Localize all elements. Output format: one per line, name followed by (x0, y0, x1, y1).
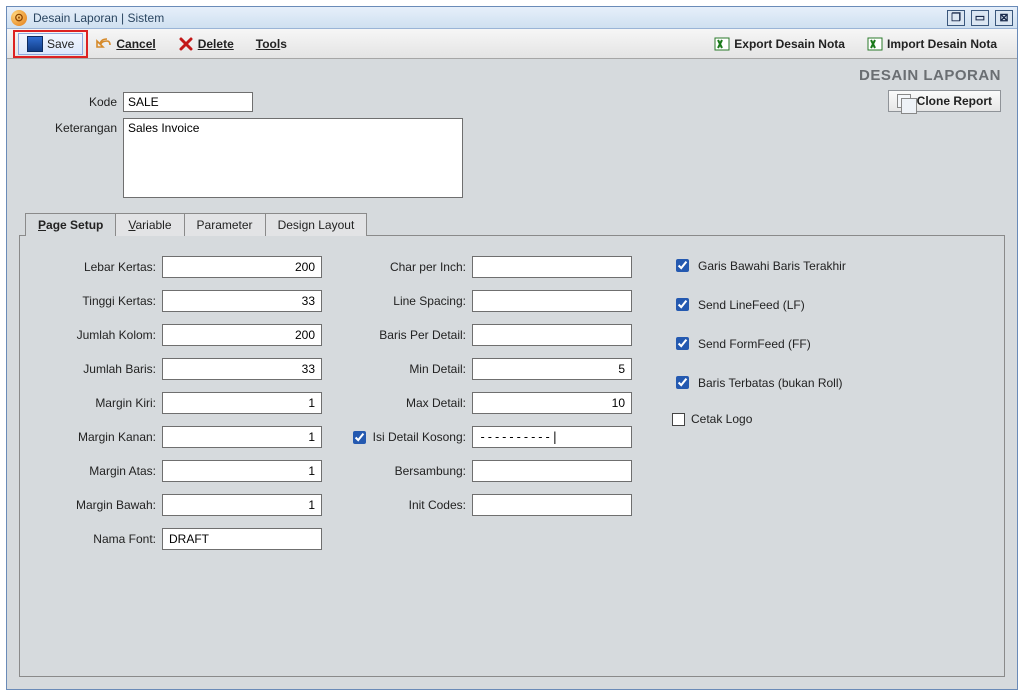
isi-detail-kosong-check[interactable] (353, 431, 366, 444)
kode-label: Kode (31, 92, 123, 109)
tabstrip: Page Setup Variable Parameter Design Lay… (19, 212, 1005, 235)
margin-kiri-input[interactable] (162, 392, 322, 414)
save-button[interactable]: Save (18, 33, 83, 55)
margin-kiri-label: Margin Kiri: (38, 396, 162, 410)
line-spacing-input[interactable] (472, 290, 632, 312)
isi-detail-kosong-label: Isi Detail Kosong: (342, 428, 472, 447)
maximize-window-button[interactable]: ▭ (971, 10, 989, 26)
nama-font-label: Nama Font: (38, 532, 162, 546)
jumlah-baris-input[interactable] (162, 358, 322, 380)
cetak-logo-check[interactable] (672, 413, 685, 426)
init-codes-label: Init Codes: (342, 498, 472, 512)
disk-icon (27, 36, 43, 52)
tab-parameter[interactable]: Parameter (184, 213, 266, 236)
tools-button[interactable]: Tools (248, 34, 295, 54)
margin-atas-label: Margin Atas: (38, 464, 162, 478)
char-per-inch-label: Char per Inch: (342, 260, 472, 274)
margin-kanan-input[interactable] (162, 426, 322, 448)
toolbar: Save Cancel Delete Tools Export Desain N… (7, 29, 1017, 59)
min-detail-label: Min Detail: (342, 362, 472, 376)
baris-per-detail-input[interactable] (472, 324, 632, 346)
restore-window-button[interactable]: ❐ (947, 10, 965, 26)
page-title: DESAIN LAPORAN (7, 59, 1017, 86)
close-window-button[interactable]: ⊠ (995, 10, 1013, 26)
tinggi-kertas-input[interactable] (162, 290, 322, 312)
clone-report-button[interactable]: Clone Report (888, 90, 1001, 112)
tab-design-layout[interactable]: Design Layout (265, 213, 368, 236)
garis-bawahi-check[interactable] (676, 259, 689, 272)
tab-variable[interactable]: Variable (115, 213, 184, 236)
min-detail-input[interactable] (472, 358, 632, 380)
line-spacing-label: Line Spacing: (342, 294, 472, 308)
header-form: Clone Report Kode Keterangan Sales Invoi… (19, 86, 1005, 212)
char-per-inch-input[interactable] (472, 256, 632, 278)
send-ff-check-row[interactable]: Send FormFeed (FF) (672, 334, 912, 353)
cancel-button[interactable]: Cancel (88, 33, 163, 55)
lebar-kertas-input[interactable] (162, 256, 322, 278)
title-bar: ⊙ Desain Laporan | Sistem ❐ ▭ ⊠ (7, 7, 1017, 29)
jumlah-kolom-input[interactable] (162, 324, 322, 346)
isi-detail-kosong-input[interactable] (472, 426, 632, 448)
keterangan-label: Keterangan (31, 118, 123, 135)
import-desain-nota-button[interactable]: Import Desain Nota (859, 33, 1005, 55)
window-title: Desain Laporan | Sistem (33, 11, 164, 25)
margin-bawah-input[interactable] (162, 494, 322, 516)
max-detail-input[interactable] (472, 392, 632, 414)
tinggi-kertas-label: Tinggi Kertas: (38, 294, 162, 308)
margin-bawah-label: Margin Bawah: (38, 498, 162, 512)
baris-per-detail-label: Baris Per Detail: (342, 328, 472, 342)
app-icon: ⊙ (11, 10, 27, 26)
baris-terbatas-check-row[interactable]: Baris Terbatas (bukan Roll) (672, 373, 912, 392)
excel-import-icon (867, 36, 883, 52)
nama-font-input[interactable] (162, 528, 322, 550)
undo-icon (96, 36, 112, 52)
excel-export-icon (714, 36, 730, 52)
cetak-logo-check-row[interactable]: Cetak Logo (672, 412, 912, 426)
clone-icon (897, 94, 911, 108)
lebar-kertas-label: Lebar Kertas: (38, 260, 162, 274)
init-codes-input[interactable] (472, 494, 632, 516)
page-setup-panel: Lebar Kertas: Tinggi Kertas: Jumlah Kolo… (19, 235, 1005, 677)
baris-terbatas-check[interactable] (676, 376, 689, 389)
max-detail-label: Max Detail: (342, 396, 472, 410)
margin-kanan-label: Margin Kanan: (38, 430, 162, 444)
export-desain-nota-button[interactable]: Export Desain Nota (706, 33, 853, 55)
margin-atas-input[interactable] (162, 460, 322, 482)
x-icon (178, 36, 194, 52)
app-window: ⊙ Desain Laporan | Sistem ❐ ▭ ⊠ Save Can… (6, 6, 1018, 690)
kode-input[interactable] (123, 92, 253, 112)
send-ff-check[interactable] (676, 337, 689, 350)
tab-page-setup[interactable]: Page Setup (25, 213, 116, 236)
send-lf-check[interactable] (676, 298, 689, 311)
jumlah-kolom-label: Jumlah Kolom: (38, 328, 162, 342)
bersambung-label: Bersambung: (342, 464, 472, 478)
save-button-highlight: Save (13, 30, 88, 58)
send-lf-check-row[interactable]: Send LineFeed (LF) (672, 295, 912, 314)
keterangan-textarea[interactable]: Sales Invoice (123, 118, 463, 198)
delete-button[interactable]: Delete (170, 33, 242, 55)
garis-bawahi-check-row[interactable]: Garis Bawahi Baris Terakhir (672, 256, 912, 275)
jumlah-baris-label: Jumlah Baris: (38, 362, 162, 376)
bersambung-input[interactable] (472, 460, 632, 482)
